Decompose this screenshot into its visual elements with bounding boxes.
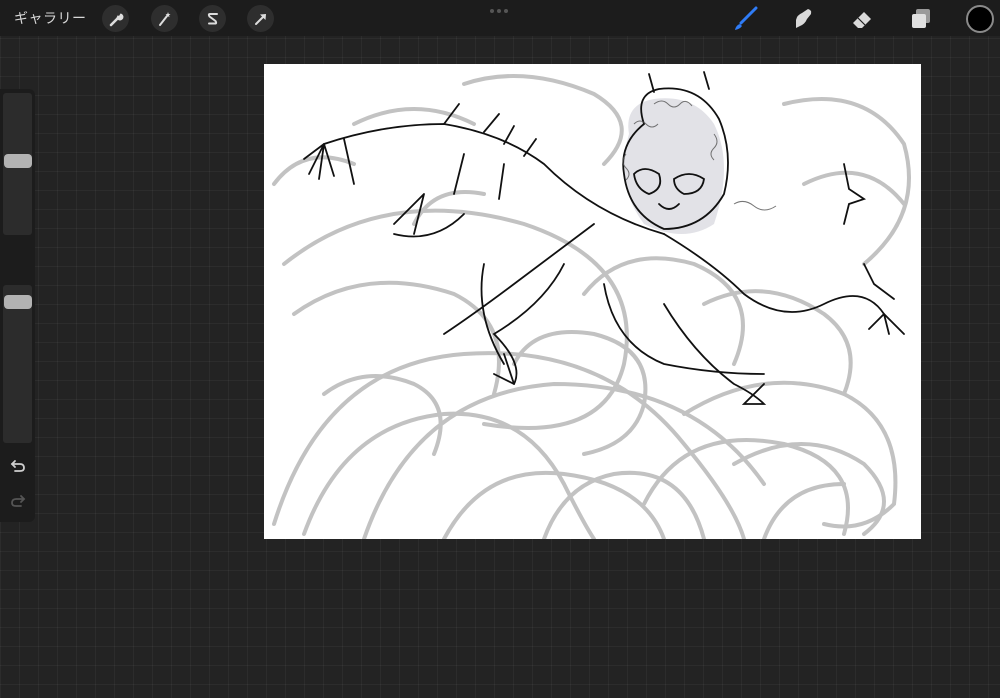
- undo-icon: [10, 460, 25, 472]
- selection-s-icon: [207, 12, 218, 24]
- layers-button[interactable]: [907, 5, 935, 33]
- opacity-thumb[interactable]: [4, 295, 32, 310]
- redo-icon: [11, 495, 26, 507]
- actions-button[interactable]: [102, 5, 129, 32]
- brush-icon: [735, 6, 758, 30]
- wrench-icon: [109, 13, 123, 26]
- smudge-icon: [796, 9, 812, 28]
- top-toolbar: ギャラリー: [0, 0, 1000, 36]
- selection-button[interactable]: [199, 5, 226, 32]
- transform-button[interactable]: [247, 5, 274, 32]
- redo-button[interactable]: [10, 493, 26, 512]
- sketch-drawing: [272, 71, 911, 539]
- left-sidebar: [0, 89, 35, 522]
- undo-button[interactable]: [10, 458, 26, 477]
- smudge-tool-button[interactable]: [789, 5, 817, 33]
- eraser-icon: [853, 12, 871, 28]
- adjustments-button[interactable]: [151, 5, 178, 32]
- gallery-button[interactable]: ギャラリー: [14, 8, 87, 28]
- layers-icon: [912, 9, 930, 28]
- brush-size-thumb[interactable]: [4, 154, 32, 169]
- arrow-cursor-icon: [254, 13, 266, 25]
- color-swatch-button[interactable]: [966, 5, 994, 33]
- drawing-canvas[interactable]: [264, 64, 921, 539]
- eraser-tool-button[interactable]: [848, 5, 876, 33]
- magic-wand-icon: [158, 11, 170, 26]
- brush-tool-button[interactable]: [731, 5, 759, 33]
- toolbar-grabber[interactable]: [490, 9, 510, 13]
